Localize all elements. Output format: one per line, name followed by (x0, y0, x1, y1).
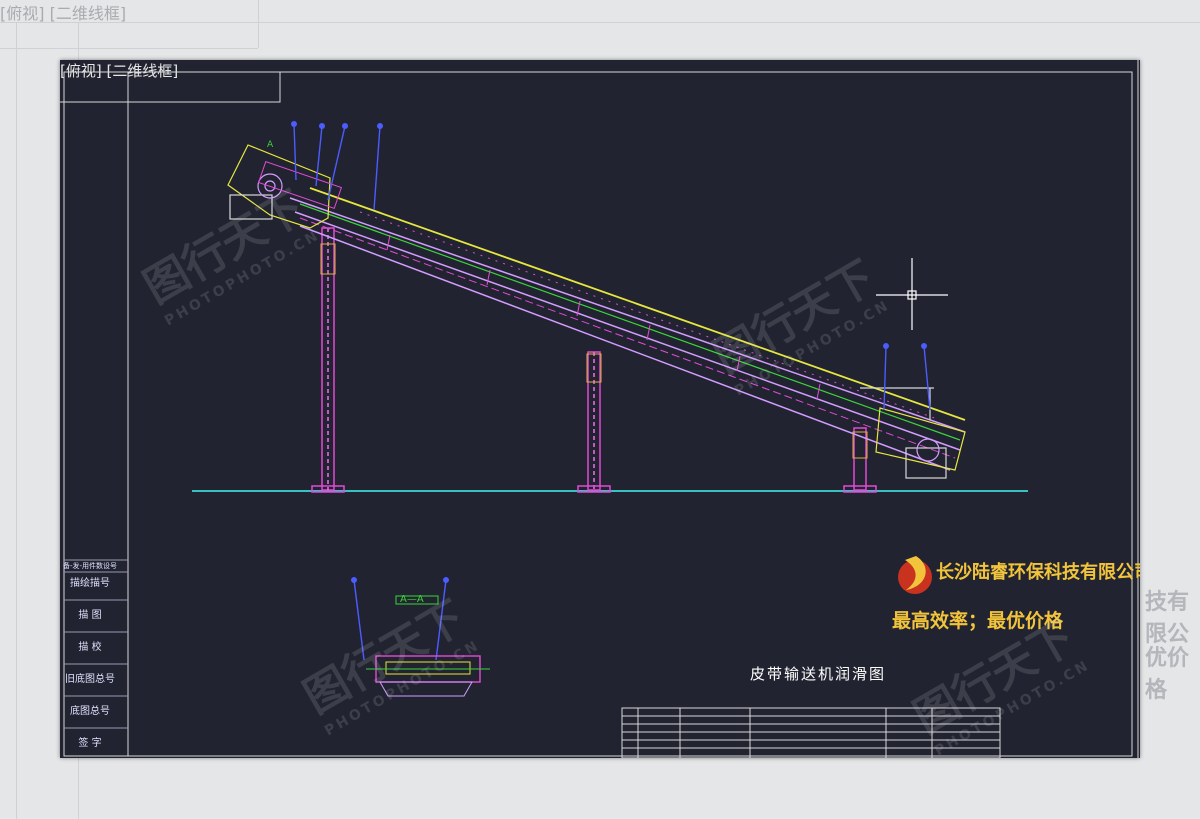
bg-frame-line (0, 48, 258, 49)
detail-label: A (267, 140, 274, 150)
bg-ghost-company: 技有限公 (1145, 590, 1190, 647)
company-logo-icon (898, 556, 932, 594)
background-view-label: [俯视] [二维线框] (0, 4, 127, 23)
lubrication-leaders (293, 123, 931, 661)
drawing-title: 皮带输送机润滑图 (750, 665, 887, 683)
bg-ghost-slogan: 优价格 (1145, 646, 1190, 703)
bg-frame-line (16, 22, 17, 819)
title-block-cell: 描绘描号 (70, 578, 110, 589)
bg-frame-line (0, 22, 1200, 23)
bg-frame-line (258, 0, 259, 48)
title-block-cell: 底图总号 (70, 706, 110, 717)
company-name: 长沙陆睿环保科技有限公司 (936, 562, 1140, 583)
title-block-cell: 签 字 (78, 738, 102, 749)
title-block-cell: 旧底图总号 (65, 674, 115, 685)
label-box (60, 72, 281, 103)
leader-tips (291, 121, 927, 583)
cad-crosshair (876, 258, 948, 330)
title-block-cell: 描 图 (78, 610, 102, 621)
title-block-cell: 描 校 (78, 642, 102, 653)
cad-viewport[interactable]: [俯视] [二维线框] A—A A 备-发-用件数设号 描绘描号 描 图 描 校… (60, 60, 1140, 758)
